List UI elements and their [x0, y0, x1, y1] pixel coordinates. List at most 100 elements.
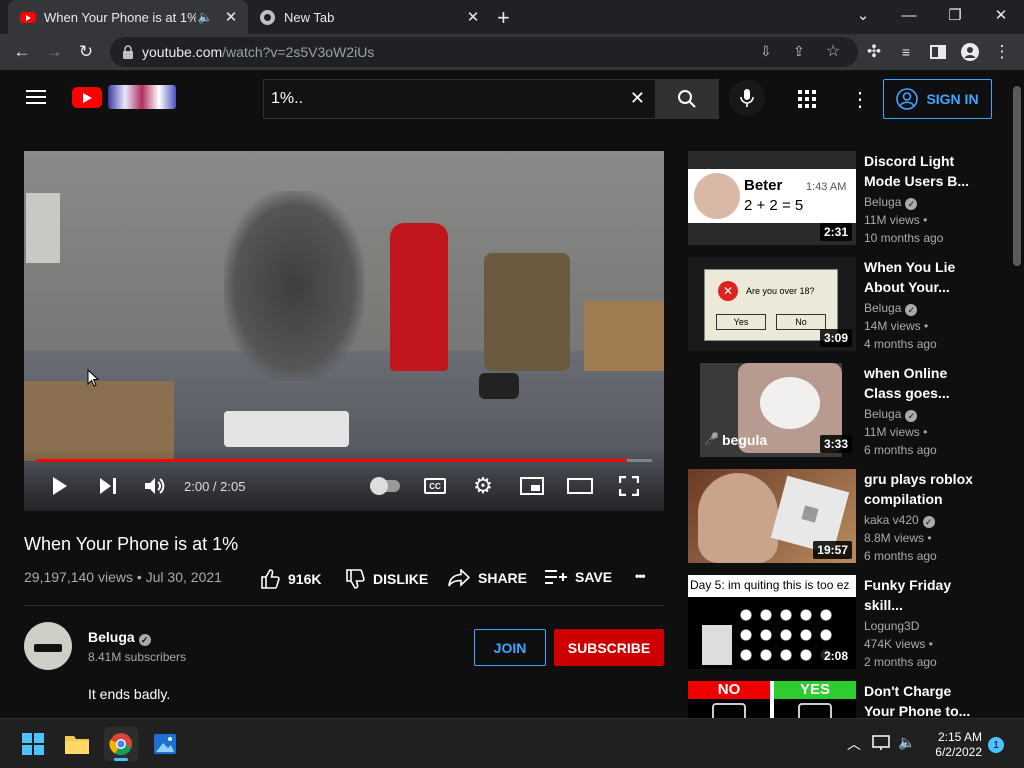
autoplay-toggle[interactable]: [368, 473, 402, 499]
restore-button[interactable]: ❐: [932, 0, 978, 30]
tab-youtube[interactable]: When Your Phone is at 1% - 🔈 ✕: [8, 0, 248, 34]
notification-badge[interactable]: 1: [988, 737, 1004, 753]
video-thumbnail[interactable]: Beter 1:43 AM 2 + 2 = 5 2:31: [688, 151, 856, 245]
save-button[interactable]: SAVE: [545, 569, 612, 585]
next-button[interactable]: [96, 473, 120, 499]
active-app-indicator: [114, 758, 128, 761]
like-button[interactable]: 916K: [260, 569, 321, 589]
video-thumbnail[interactable]: ✕ Are you over 18? Yes No 3:09: [688, 257, 856, 351]
recommended-video[interactable]: 🎤 begula 3:33 when Online Class goes... …: [688, 363, 988, 457]
minimize-button[interactable]: —: [886, 0, 932, 30]
bookmark-star-icon[interactable]: ☆: [826, 41, 840, 61]
video-phone: [224, 411, 349, 447]
clear-search-icon[interactable]: ✕: [630, 88, 645, 109]
video-thumbnail[interactable]: 🎤 begula 3:33: [688, 363, 856, 457]
recommended-video[interactable]: ✕ Are you over 18? Yes No 3:09 When You …: [688, 257, 988, 351]
url-text: youtube.com/watch?v=2s5V3oW2iUs: [142, 44, 375, 60]
recommended-title[interactable]: Discord Light Mode Users B...: [864, 151, 974, 191]
video-player[interactable]: 2:00 / 2:05 CC ⚙: [24, 151, 664, 511]
browser-menu-icon[interactable]: ⋮: [990, 40, 1014, 64]
hamburger-menu-icon[interactable]: [26, 89, 46, 110]
miniplayer-icon: [520, 477, 544, 495]
scrollbar-thumb[interactable]: [1013, 86, 1021, 266]
mute-button[interactable]: [142, 473, 168, 499]
recommended-channel[interactable]: kaka v420 ✓: [864, 513, 935, 528]
speaker-icon[interactable]: 🔈: [196, 10, 214, 24]
miniplayer-button[interactable]: [518, 473, 546, 499]
volume-icon: [145, 478, 165, 494]
video-red-bottle: [390, 223, 448, 371]
recommended-video[interactable]: Beter 1:43 AM 2 + 2 = 5 2:31 Discord Lig…: [688, 151, 988, 245]
reload-icon[interactable]: ↻: [74, 40, 98, 64]
recommended-title[interactable]: when Online Class goes...: [864, 363, 974, 403]
close-window-button[interactable]: ✕: [978, 0, 1024, 30]
search-input[interactable]: 1%.. ✕: [263, 79, 656, 119]
recommended-channel[interactable]: Beluga ✓: [864, 195, 918, 210]
fullscreen-button[interactable]: [616, 473, 642, 499]
channel-avatar[interactable]: [24, 622, 72, 670]
captions-button[interactable]: CC: [422, 473, 448, 499]
network-icon[interactable]: [872, 735, 890, 756]
start-button[interactable]: [16, 727, 50, 761]
recommended-views: 11M views •: [864, 213, 928, 227]
apps-grid-icon[interactable]: [798, 90, 816, 113]
channel-name[interactable]: Beluga ✓: [88, 629, 151, 646]
doodle-logo-icon[interactable]: [108, 85, 176, 109]
youtube-logo-icon[interactable]: [72, 87, 102, 108]
video-smoke: [224, 191, 364, 381]
recommended-title[interactable]: Don't Charge Your Phone to...: [864, 681, 974, 718]
recommended-title[interactable]: Funky Friday skill...: [864, 575, 974, 615]
subscribe-button[interactable]: SUBSCRIBE: [554, 629, 664, 666]
progress-bar[interactable]: [36, 459, 652, 462]
recommended-channel[interactable]: Logung3D: [864, 619, 919, 633]
video-thumbnail[interactable]: Day 5: im quiting this is too ez 2:08: [688, 575, 856, 669]
media-queue-icon[interactable]: ≡: [894, 40, 918, 64]
sign-in-button[interactable]: SIGN IN: [883, 79, 992, 119]
video-thumbnail[interactable]: NO YES: [688, 681, 856, 718]
profile-icon[interactable]: [958, 40, 982, 64]
page-scrollbar[interactable]: [1010, 70, 1024, 718]
join-button[interactable]: JOIN: [474, 629, 546, 666]
recommended-video[interactable]: Day 5: im quiting this is too ez 2:08 Fu…: [688, 575, 988, 669]
video-basket: [584, 301, 664, 371]
recommended-title[interactable]: gru plays roblox compilation: [864, 469, 974, 509]
recommended-video[interactable]: 19:57 gru plays roblox compilation kaka …: [688, 469, 988, 563]
recommended-title[interactable]: When You Lie About Your...: [864, 257, 974, 297]
tab-search-icon[interactable]: ⌄: [840, 0, 886, 30]
youtube-favicon-icon: [20, 11, 36, 23]
play-button[interactable]: [48, 473, 72, 499]
address-bar[interactable]: youtube.com/watch?v=2s5V3oW2iUs ⇩ ⇪ ☆: [110, 37, 858, 67]
tab-new-tab[interactable]: New Tab ✕: [250, 0, 490, 34]
recommended-video[interactable]: NO YES Don't Charge Your Phone to...: [688, 681, 988, 718]
forward-icon[interactable]: →: [42, 40, 66, 64]
extensions-icon[interactable]: ✣: [862, 40, 886, 64]
tray-overflow-icon[interactable]: ︿: [847, 734, 861, 754]
theater-icon: [567, 478, 593, 494]
recommended-channel[interactable]: Beluga ✓: [864, 407, 918, 422]
new-tab-button[interactable]: +: [497, 5, 510, 31]
file-explorer-button[interactable]: [60, 727, 94, 761]
theater-mode-button[interactable]: [566, 473, 594, 499]
install-icon[interactable]: ⇩: [760, 43, 772, 60]
share-page-icon[interactable]: ⇪: [793, 43, 805, 60]
share-button[interactable]: SHARE: [448, 569, 527, 587]
search-button[interactable]: [655, 79, 719, 119]
voice-search-button[interactable]: [729, 80, 765, 116]
system-clock[interactable]: 2:15 AM 6/2/2022: [924, 730, 982, 760]
back-icon[interactable]: ←: [10, 40, 34, 64]
recommended-channel[interactable]: Beluga ✓: [864, 301, 918, 316]
video-stats: 29,197,140 views • Jul 30, 2021: [24, 569, 222, 585]
video-charger: [479, 373, 519, 399]
dislike-button[interactable]: DISLIKE: [345, 569, 428, 589]
volume-tray-icon[interactable]: 🔈: [898, 734, 915, 751]
close-tab-icon[interactable]: ✕: [464, 8, 482, 26]
more-actions-button[interactable]: •••: [635, 569, 646, 583]
settings-gear-icon[interactable]: ⚙: [470, 473, 496, 499]
settings-menu-icon[interactable]: ⋮: [850, 87, 870, 112]
side-panel-icon[interactable]: [926, 40, 950, 64]
recommended-views: 11M views •: [864, 425, 928, 439]
chrome-taskbar-button[interactable]: [104, 727, 138, 761]
close-tab-icon[interactable]: ✕: [222, 8, 240, 26]
photos-button[interactable]: [148, 727, 182, 761]
video-thumbnail[interactable]: 19:57: [688, 469, 856, 563]
